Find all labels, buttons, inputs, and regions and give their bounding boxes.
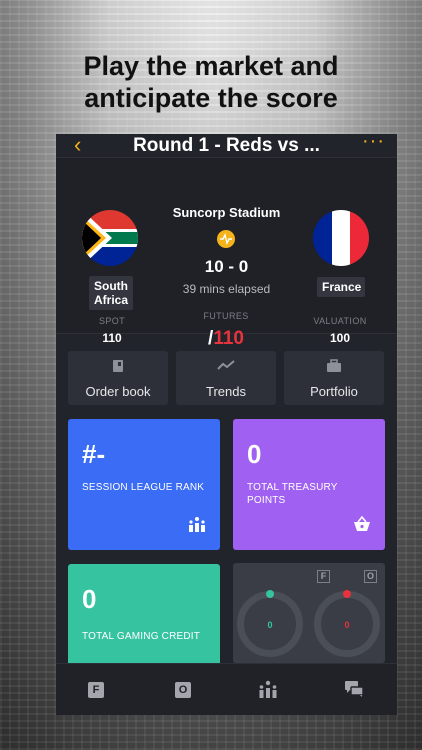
tab-leaderboard[interactable] bbox=[258, 680, 278, 698]
rank-caption: SESSION LEAGUE RANK bbox=[82, 482, 205, 493]
basket-icon bbox=[353, 515, 371, 536]
portfolio-button[interactable]: Portfolio bbox=[284, 351, 384, 405]
f-gauge-marker bbox=[266, 590, 274, 598]
o-gauge-marker bbox=[343, 590, 351, 598]
rank-value: #- bbox=[82, 439, 106, 469]
f-tag: F bbox=[317, 570, 330, 583]
chat-icon bbox=[345, 681, 364, 697]
valuation-value: 100 bbox=[329, 331, 351, 345]
trend-line-icon bbox=[176, 359, 276, 374]
position-gauges-card[interactable]: F O 0 0 bbox=[233, 563, 385, 663]
futures-number: 110 bbox=[213, 328, 244, 349]
treasury-caption: TOTAL TREASURY POINTS bbox=[247, 481, 338, 507]
promo-headline: Play the market and anticipate the score bbox=[0, 50, 422, 114]
leaderboard-icon bbox=[188, 516, 206, 536]
book-icon bbox=[68, 359, 168, 376]
headline-line-1: Play the market and bbox=[83, 51, 339, 81]
futures-value: /110 bbox=[186, 328, 266, 350]
briefcase-icon bbox=[284, 359, 384, 376]
bottom-tab-bar: F O bbox=[56, 663, 397, 715]
valuation-label: VALUATION bbox=[313, 316, 367, 326]
f-gauge-value: 0 bbox=[267, 620, 273, 630]
more-dots-icon[interactable]: ··· bbox=[362, 134, 385, 153]
leaderboard-tab-icon bbox=[259, 680, 277, 698]
trends-label: Trends bbox=[206, 384, 246, 399]
futures-label: FUTURES bbox=[203, 311, 249, 321]
tab-futures[interactable]: F bbox=[86, 680, 106, 698]
o-tag: O bbox=[364, 570, 377, 583]
match-header: South Africa Suncorp Stadium 10 - 0 39 m… bbox=[56, 158, 397, 349]
credit-caption: TOTAL GAMING CREDIT bbox=[82, 631, 201, 642]
live-pulse-icon bbox=[217, 230, 235, 248]
page-title: Round 1 - Reds vs ... bbox=[133, 135, 320, 156]
spot-value: 110 bbox=[102, 331, 122, 345]
portfolio-label: Portfolio bbox=[310, 384, 358, 399]
order-book-label: Order book bbox=[85, 384, 151, 399]
f-square-icon: F bbox=[88, 682, 104, 698]
app-screen: ‹ Round 1 - Reds vs ... ··· South Africa… bbox=[56, 134, 397, 715]
o-gauge-value: 0 bbox=[344, 620, 350, 630]
treasury-value: 0 bbox=[247, 439, 262, 469]
o-gauge: 0 bbox=[314, 590, 380, 657]
total-treasury-points-card[interactable]: 0 TOTAL TREASURY POINTS bbox=[233, 419, 385, 550]
o-square-icon: O bbox=[175, 682, 191, 698]
headline-line-2: anticipate the score bbox=[84, 83, 338, 113]
tab-orders[interactable]: O bbox=[173, 680, 193, 698]
total-gaming-credit-card[interactable]: 0 TOTAL GAMING CREDIT bbox=[68, 564, 220, 674]
treasury-caption-line-2: POINTS bbox=[247, 495, 286, 506]
trends-button[interactable]: Trends bbox=[176, 351, 276, 405]
session-league-rank-card[interactable]: #- SESSION LEAGUE RANK bbox=[68, 419, 220, 550]
f-gauge: 0 bbox=[237, 590, 303, 657]
tab-chat[interactable] bbox=[344, 680, 364, 698]
top-nav-bar: ‹ Round 1 - Reds vs ... ··· bbox=[56, 134, 397, 158]
credit-value: 0 bbox=[82, 584, 97, 614]
spot-label: SPOT bbox=[98, 316, 126, 326]
away-team-label: France bbox=[317, 277, 365, 297]
treasury-caption-line-1: TOTAL TREASURY bbox=[247, 482, 338, 493]
order-book-button[interactable]: Order book bbox=[68, 351, 168, 405]
france-flag-icon bbox=[313, 210, 369, 266]
